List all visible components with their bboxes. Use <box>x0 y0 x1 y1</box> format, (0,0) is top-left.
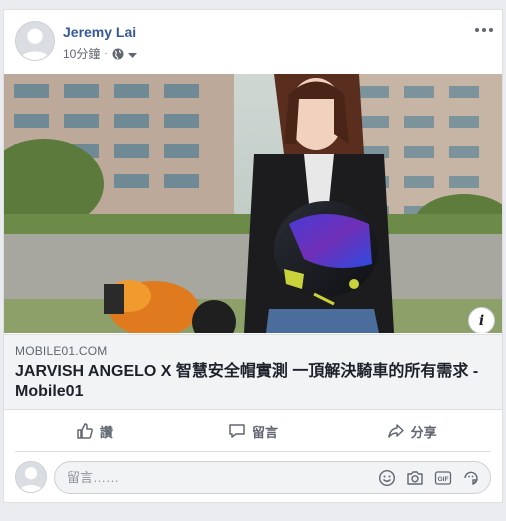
like-icon <box>77 423 93 439</box>
chevron-down-icon[interactable] <box>127 49 137 58</box>
comment-label: 留言 <box>252 424 279 440</box>
info-icon[interactable]: i <box>468 307 495 333</box>
like-label: 讚 <box>99 424 113 440</box>
comment-composer: GIF <box>15 460 491 496</box>
like-button[interactable]: 讚 <box>15 411 174 451</box>
author-avatar[interactable] <box>15 21 55 61</box>
more-icon[interactable] <box>474 23 494 37</box>
author-name[interactable]: Jeremy Lai <box>63 24 136 40</box>
globe-icon[interactable] <box>112 48 124 60</box>
comment-button[interactable]: 留言 <box>174 411 333 451</box>
post-header: Jeremy Lai 10分鐘 · <box>4 10 502 74</box>
comment-icon <box>229 424 245 438</box>
link-preview-meta[interactable]: MOBILE01.COM JARVISH ANGELO X 智慧安全帽實測 一頂… <box>4 334 502 410</box>
emoji-icon[interactable] <box>378 469 396 487</box>
gif-icon[interactable]: GIF <box>434 469 452 487</box>
post-card: Jeremy Lai 10分鐘 · i MOBILE01.COM JARVISH… <box>3 9 503 503</box>
post-meta: 10分鐘 · <box>63 45 137 62</box>
svg-text:GIF: GIF <box>438 476 449 483</box>
camera-icon[interactable] <box>406 469 424 487</box>
post-timestamp[interactable]: 10分鐘 <box>63 45 100 62</box>
share-button[interactable]: 分享 <box>332 411 491 451</box>
link-title[interactable]: JARVISH ANGELO X 智慧安全帽實測 一頂解決騎車的所有需求 - M… <box>15 362 493 402</box>
commenter-avatar[interactable] <box>15 461 47 493</box>
share-label: 分享 <box>410 424 437 440</box>
post-actions-bar: 讚 留言 分享 <box>15 411 491 452</box>
comment-box[interactable]: GIF <box>54 461 491 494</box>
link-domain: MOBILE01.COM <box>15 344 108 358</box>
link-preview-image[interactable]: i <box>4 74 502 333</box>
sticker-icon[interactable] <box>462 469 480 487</box>
share-icon <box>387 424 404 438</box>
comment-input[interactable] <box>67 470 347 485</box>
meta-separator: · <box>104 48 108 59</box>
comment-tools: GIF <box>378 469 480 487</box>
